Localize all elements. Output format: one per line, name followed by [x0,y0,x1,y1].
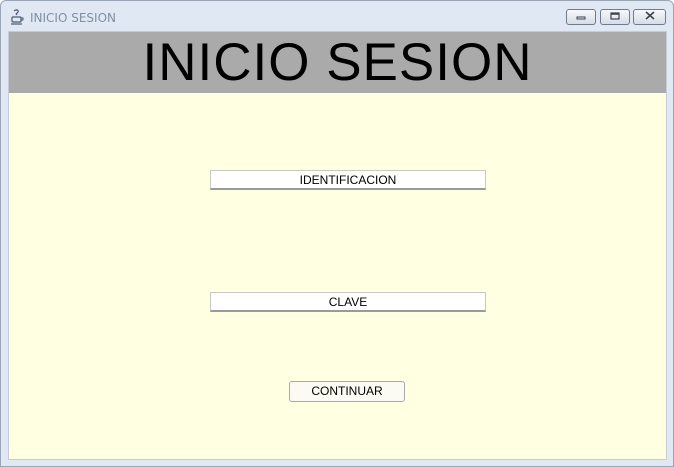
clave-field[interactable]: CLAVE [210,292,486,312]
window-title: INICIO SESION [30,11,117,25]
client-area: INICIO SESION IDENTIFICACION CLAVE CONTI… [8,31,667,460]
close-button[interactable] [633,9,666,25]
minimize-icon [576,12,586,23]
header-banner: INICIO SESION [9,32,666,93]
identificacion-field[interactable]: IDENTIFICACION [210,170,486,190]
close-icon [644,11,655,23]
app-window: INICIO SESION INICIO SESION IDENTIFICACI… [0,0,674,467]
java-app-icon [10,9,24,25]
title-bar[interactable]: INICIO SESION [1,1,673,31]
minimize-button[interactable] [566,9,596,25]
maximize-icon [610,11,620,23]
continuar-button[interactable]: CONTINUAR [289,381,405,402]
page-title: INICIO SESION [142,33,533,92]
maximize-button[interactable] [600,9,630,25]
